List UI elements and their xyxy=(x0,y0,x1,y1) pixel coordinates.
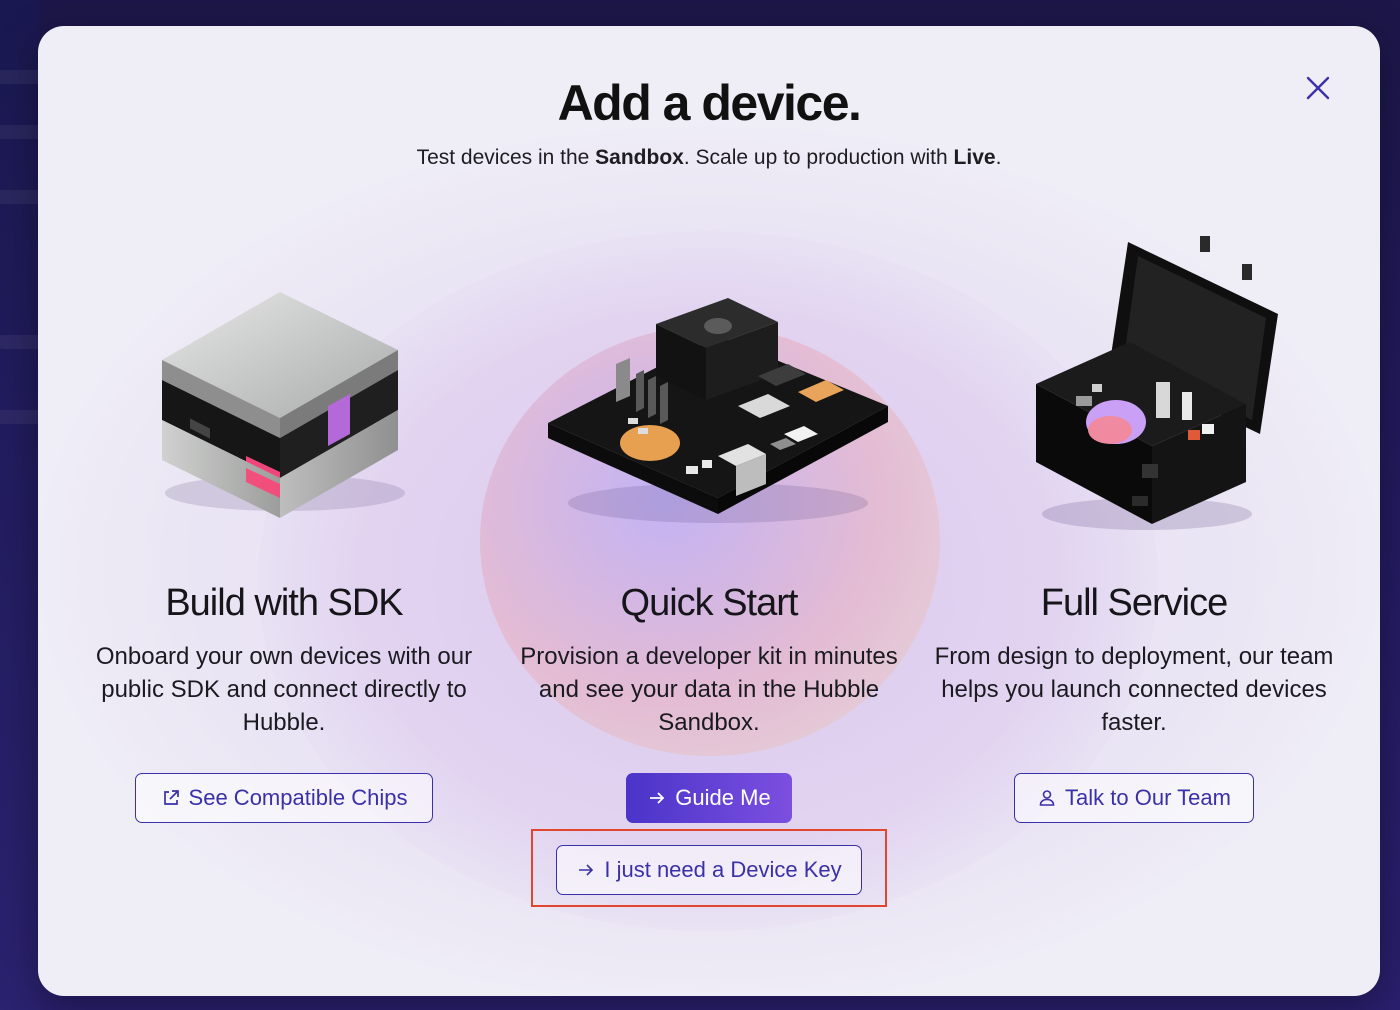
background-app xyxy=(0,0,40,1010)
button-label: Guide Me xyxy=(675,785,771,810)
subtitle-text: . xyxy=(995,146,1002,169)
add-device-modal: Add a device. Test devices in the Sandbo… xyxy=(38,26,1380,996)
option-title: Quick Start xyxy=(620,582,799,624)
dev-kit-board-image xyxy=(548,298,888,523)
sdk-module-image xyxy=(162,292,405,518)
background-nav-item xyxy=(0,190,40,204)
arrow-right-icon xyxy=(647,788,667,808)
option-title: Full Service xyxy=(1040,582,1229,624)
talk-to-our-team-button[interactable]: Talk to Our Team xyxy=(1014,773,1254,823)
external-link-icon xyxy=(161,788,181,808)
modal-title: Add a device. xyxy=(557,75,862,131)
see-compatible-chips-button[interactable]: See Compatible Chips xyxy=(135,773,433,823)
background-nav-item xyxy=(0,410,40,424)
modal-subtitle: Test devices in the Sandbox. Scale up to… xyxy=(38,146,1380,170)
option-title: Build with SDK xyxy=(165,582,403,624)
button-label: Talk to Our Team xyxy=(1065,785,1231,810)
option-description: From design to deployment, our team help… xyxy=(934,643,1334,736)
option-description: Onboard your own devices with our public… xyxy=(95,643,473,736)
subtitle-sandbox: Sandbox xyxy=(595,146,684,169)
arrow-right-icon xyxy=(576,860,596,880)
subtitle-text: . Scale up to production with xyxy=(683,146,954,169)
guide-me-button[interactable]: Guide Me xyxy=(626,773,792,823)
button-label: See Compatible Chips xyxy=(188,785,408,810)
subtitle-live: Live xyxy=(953,146,996,169)
device-case-image xyxy=(1036,236,1278,530)
background-nav-item xyxy=(0,335,40,349)
background-nav-item xyxy=(0,125,40,139)
device-key-button[interactable]: I just need a Device Key xyxy=(556,845,862,895)
background-nav-item xyxy=(0,70,40,84)
button-label: I just need a Device Key xyxy=(604,857,842,882)
option-description: Provision a developer kit in minutes and… xyxy=(520,643,898,736)
subtitle-text: Test devices in the xyxy=(416,146,596,169)
user-icon xyxy=(1037,788,1057,808)
